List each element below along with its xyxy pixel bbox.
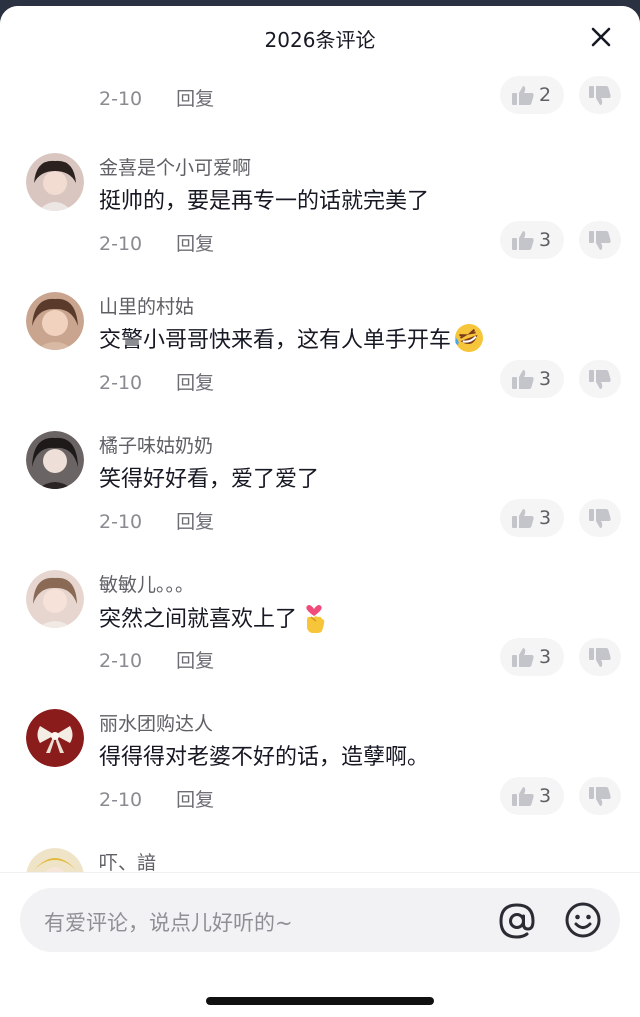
comment-text-content: 突然之间就喜欢上了 bbox=[99, 607, 298, 632]
comment-meta: 2-10 回复 bbox=[99, 785, 214, 812]
avatar[interactable] bbox=[26, 292, 84, 350]
comment-item: 金喜是个小可爱啊 挺帅的，要是再专一的话就完美了 2-10 回复 3 bbox=[0, 153, 640, 292]
comment-date: 2-10 bbox=[99, 372, 143, 394]
thumbs-up-icon bbox=[512, 509, 534, 528]
thumbs-down-icon bbox=[589, 370, 611, 389]
comment-username[interactable]: 丽水团购达人 bbox=[99, 709, 213, 736]
like-button[interactable]: 3 bbox=[500, 777, 564, 815]
thumbs-up-icon bbox=[512, 648, 534, 667]
like-count: 2 bbox=[539, 84, 552, 106]
reply-button[interactable]: 回复 bbox=[176, 511, 214, 533]
reply-button[interactable]: 回复 bbox=[176, 88, 214, 110]
dislike-button[interactable] bbox=[579, 638, 621, 676]
comment-date: 2-10 bbox=[99, 789, 143, 811]
comments-sheet: 2-10 回复 2 金喜是个小可爱啊 挺帅的，要是再专一的话就完美了 2-10 回复… bbox=[0, 6, 640, 1017]
comment-item: 山里的村姑 交警小哥哥快来看，这有人单手开车 2-10 回复 3 bbox=[0, 292, 640, 431]
like-button[interactable]: 3 bbox=[500, 221, 564, 259]
smile-icon bbox=[565, 902, 601, 938]
finger-heart-emoji bbox=[299, 600, 329, 640]
like-button[interactable]: 3 bbox=[500, 638, 564, 676]
rofl-emoji bbox=[453, 322, 485, 360]
avatar[interactable] bbox=[26, 709, 84, 767]
comment-input-placeholder: 有爱评论，说点儿好听的~ bbox=[44, 911, 293, 935]
reply-button[interactable]: 回复 bbox=[176, 372, 214, 394]
comment-date: 2-10 bbox=[99, 88, 143, 110]
comment-count-title: 2026条评论 bbox=[264, 28, 376, 52]
comment-meta: 2-10 回复 bbox=[99, 229, 214, 256]
dislike-button[interactable] bbox=[579, 360, 621, 398]
comment-text: 笑得好好看，爱了爱了 bbox=[99, 467, 320, 492]
close-button[interactable] bbox=[590, 26, 612, 48]
thumbs-down-icon bbox=[589, 787, 611, 806]
comment-username[interactable]: 金喜是个小可爱啊 bbox=[99, 153, 251, 180]
dislike-button[interactable] bbox=[579, 76, 621, 114]
reply-button[interactable]: 回复 bbox=[176, 650, 214, 672]
thumbs-down-icon bbox=[589, 509, 611, 528]
like-count: 3 bbox=[539, 785, 552, 807]
like-count: 3 bbox=[539, 229, 552, 251]
avatar[interactable] bbox=[26, 431, 84, 489]
avatar[interactable] bbox=[26, 848, 84, 872]
comment-item: 丽水团购达人 得得得对老婆不好的话，造孽啊。 2-10 回复 3 bbox=[0, 709, 640, 848]
comment-text: 挺帅的，要是再专一的话就完美了 bbox=[99, 189, 430, 214]
at-icon bbox=[499, 903, 535, 939]
like-button[interactable]: 3 bbox=[500, 360, 564, 398]
comment-username[interactable]: 橘子味姑奶奶 bbox=[99, 431, 213, 458]
dislike-button[interactable] bbox=[579, 777, 621, 815]
dislike-button[interactable] bbox=[579, 221, 621, 259]
dislike-button[interactable] bbox=[579, 499, 621, 537]
thumbs-up-icon bbox=[512, 86, 534, 105]
home-indicator bbox=[206, 997, 434, 1005]
reply-button[interactable]: 回复 bbox=[176, 233, 214, 255]
comment-date: 2-10 bbox=[99, 233, 143, 255]
thumbs-up-icon bbox=[512, 231, 534, 250]
comment-meta: 2-10 回复 bbox=[99, 368, 214, 395]
comment-username[interactable]: 山里的村姑 bbox=[99, 292, 194, 319]
like-count: 3 bbox=[539, 368, 552, 390]
comment-item: 橘子味姑奶奶 笑得好好看，爱了爱了 2-10 回复 3 bbox=[0, 431, 640, 570]
comment-meta: 2-10 回复 bbox=[99, 646, 214, 673]
comment-input[interactable]: 有爱评论，说点儿好听的~ bbox=[20, 888, 620, 952]
reply-button[interactable]: 回复 bbox=[176, 789, 214, 811]
comment-meta: 2-10 回复 bbox=[99, 84, 214, 111]
comment-text: 得得得对老婆不好的话，造孽啊。 bbox=[99, 745, 430, 770]
thumbs-down-icon bbox=[589, 86, 611, 105]
comment-list[interactable]: 2-10 回复 2 金喜是个小可爱啊 挺帅的，要是再专一的话就完美了 2-10 回复… bbox=[0, 6, 640, 872]
thumbs-up-icon bbox=[512, 787, 534, 806]
comment-item: 敏敏儿。。。 突然之间就喜欢上了 2-10 回复 3 bbox=[0, 570, 640, 709]
comment-username[interactable]: 敏敏儿。。。 bbox=[99, 570, 194, 597]
emoji-button[interactable] bbox=[564, 901, 602, 943]
like-count: 3 bbox=[539, 646, 552, 668]
comment-input-area: 有爱评论，说点儿好听的~ bbox=[0, 872, 640, 1017]
thumbs-up-icon bbox=[512, 370, 534, 389]
comment-item: 吓、諳 bbox=[0, 848, 640, 872]
like-button[interactable]: 2 bbox=[500, 76, 564, 114]
close-icon bbox=[591, 27, 611, 47]
sheet-header: 2026条评论 bbox=[0, 6, 640, 68]
thumbs-down-icon bbox=[589, 231, 611, 250]
comment-meta: 2-10 回复 bbox=[99, 507, 214, 534]
thumbs-down-icon bbox=[589, 648, 611, 667]
comment-date: 2-10 bbox=[99, 650, 143, 672]
comment-text: 交警小哥哥快来看，这有人单手开车 bbox=[99, 322, 485, 360]
like-button[interactable]: 3 bbox=[500, 499, 564, 537]
comment-text: 突然之间就喜欢上了 bbox=[99, 600, 329, 640]
comment-text-content: 交警小哥哥快来看，这有人单手开车 bbox=[99, 328, 452, 353]
mention-button[interactable] bbox=[498, 902, 536, 944]
comment-username[interactable]: 吓、諳 bbox=[99, 848, 156, 872]
avatar[interactable] bbox=[26, 153, 84, 211]
like-count: 3 bbox=[539, 507, 552, 529]
avatar[interactable] bbox=[26, 570, 84, 628]
comment-date: 2-10 bbox=[99, 511, 143, 533]
